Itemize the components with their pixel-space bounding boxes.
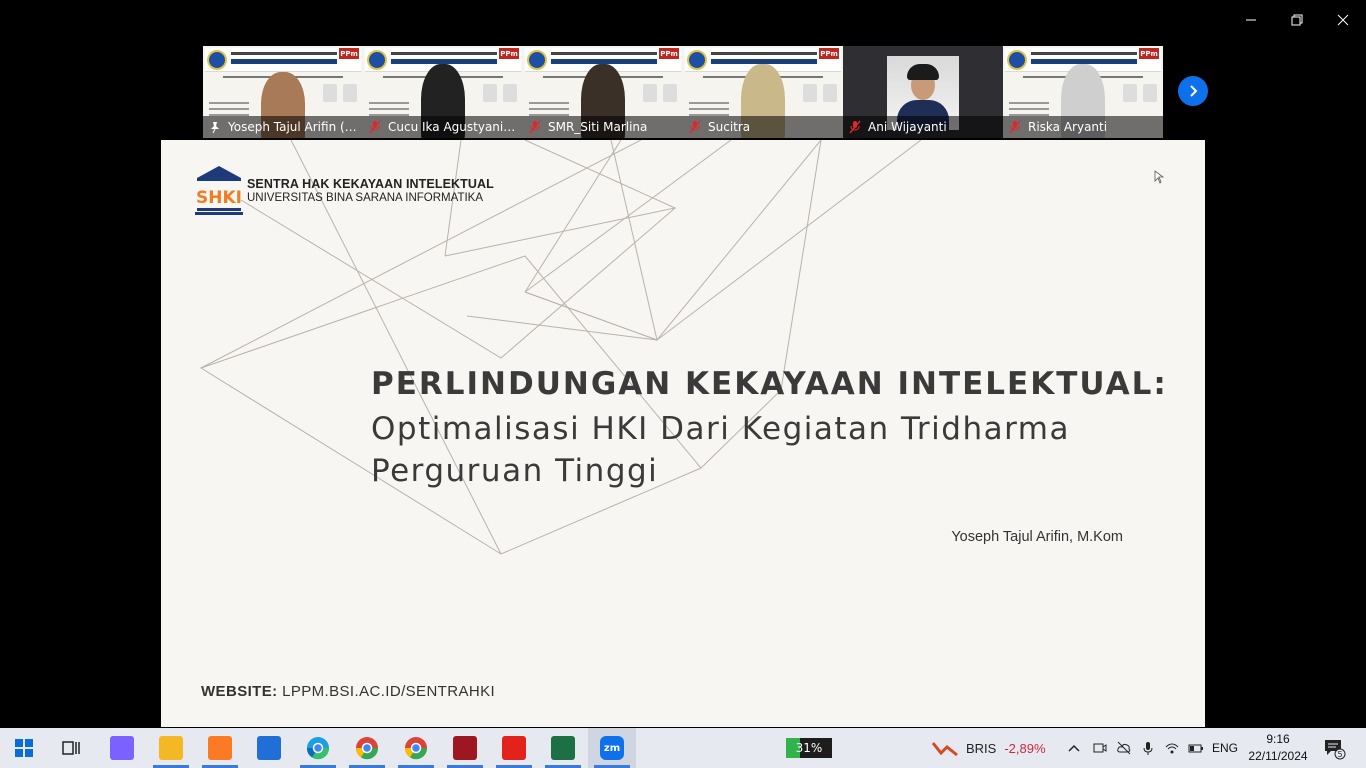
window-controls xyxy=(1228,0,1366,40)
slide-author: Yoseph Tajul Arifin, M.Kom xyxy=(951,529,1123,545)
minimize-icon xyxy=(1246,19,1256,21)
battery-widget[interactable]: 31% xyxy=(786,738,832,758)
zoom-icon: zm xyxy=(600,736,624,760)
mic-muted-icon xyxy=(529,120,541,134)
participant-tile[interactable]: PPm Yoseph Tajul Arifin (U... xyxy=(203,46,363,138)
onedrive-tray-icon[interactable] xyxy=(1114,728,1134,768)
camera-tray-icon[interactable] xyxy=(1090,728,1110,768)
taskbar-mendeley-button[interactable] xyxy=(441,728,489,768)
mouse-cursor-icon xyxy=(1154,170,1164,184)
taskbar-mail-button[interactable] xyxy=(245,728,293,768)
participant-name: Riska Aryanti xyxy=(1028,120,1108,134)
battery-icon xyxy=(1188,744,1203,753)
participant-name: Yoseph Tajul Arifin (U... xyxy=(228,120,358,134)
microphone-icon xyxy=(1143,742,1153,755)
language-indicator[interactable]: ENG xyxy=(1212,728,1238,768)
file-explorer-icon xyxy=(159,736,183,760)
participant-strip: PPm Yoseph Tajul Arifin (U... PPm Cucu Ika … xyxy=(203,46,1163,138)
stock-widget[interactable]: BRIS -2,89% xyxy=(932,728,1046,768)
participant-tile[interactable]: PPm Cucu Ika Agustyaning... xyxy=(363,46,523,138)
network-tray-icon[interactable] xyxy=(1162,728,1182,768)
participant-tile[interactable]: Ani Wijayanti xyxy=(843,46,1003,138)
taskbar-excel-button[interactable] xyxy=(539,728,587,768)
shki-logo: SHKI xyxy=(195,166,243,215)
taskbar-chrome-button[interactable] xyxy=(392,728,440,768)
notification-center-icon[interactable]: 5 xyxy=(1322,736,1346,760)
slide-subtitle: Optimalisasi HKI Dari Kegiatan Tridharma… xyxy=(371,411,1070,489)
participant-label: Cucu Ika Agustyaning... xyxy=(363,116,523,138)
taskbar-edge-button[interactable] xyxy=(294,728,342,768)
participant-name: Sucitra xyxy=(708,120,751,134)
xampp-icon xyxy=(208,736,232,760)
shared-screen-slide: SHKI SENTRA HAK KEKAYAAN INTELEKTUAL UNI… xyxy=(161,140,1205,727)
shki-brand: SHKI SENTRA HAK KEKAYAAN INTELEKTUAL UNI… xyxy=(193,164,494,216)
chrome-icon xyxy=(404,737,428,760)
mendeley-icon xyxy=(453,736,477,760)
copilot-icon xyxy=(110,736,134,760)
slide-website: WEBSITE: LPPM.BSI.AC.ID/SENTRAHKI xyxy=(201,683,495,700)
microphone-tray-icon[interactable] xyxy=(1138,728,1158,768)
excel-icon xyxy=(551,736,575,760)
notification-count: 5 xyxy=(1337,750,1342,759)
participant-label: Riska Aryanti xyxy=(1003,116,1163,138)
taskbar-chrome-profile-button[interactable] xyxy=(343,728,391,768)
taskbar-xampp-button[interactable] xyxy=(196,728,244,768)
close-icon xyxy=(1337,14,1349,26)
stock-symbol: BRIS xyxy=(966,740,997,756)
pin-icon xyxy=(211,122,219,134)
restore-button[interactable] xyxy=(1274,0,1320,40)
taskbar-copilot-button[interactable] xyxy=(98,728,146,768)
cloud-off-icon xyxy=(1117,741,1131,755)
restore-icon xyxy=(1291,14,1303,26)
minimize-button[interactable] xyxy=(1228,0,1274,40)
chrome-profile-icon xyxy=(355,737,379,760)
logo-text: SHKI xyxy=(196,188,242,208)
participant-label: Yoseph Tajul Arifin (U... xyxy=(203,116,363,138)
slide-title: PERLINDUNGAN KEKAYAAN INTELEKTUAL: xyxy=(371,366,1168,402)
taskbar-acrobat-button[interactable] xyxy=(490,728,538,768)
stock-chart-icon xyxy=(932,742,958,757)
brand-subtitle: UNIVERSITAS BINA SARANA INFORMATIKA xyxy=(247,191,484,204)
participant-name: Cucu Ika Agustyaning... xyxy=(388,120,518,134)
participant-label: Ani Wijayanti xyxy=(843,116,1003,138)
clock-date: 22/11/2024 xyxy=(1248,749,1308,763)
participant-name: SMR_Siti Marlina xyxy=(548,120,648,134)
edge-icon xyxy=(306,737,330,760)
show-hidden-icons-button[interactable] xyxy=(1064,728,1084,768)
taskbar-file-explorer-button[interactable] xyxy=(147,728,195,768)
clock-time: 9:16 xyxy=(1266,732,1290,746)
participant-tile[interactable]: PPm SMR_Siti Marlina xyxy=(523,46,683,138)
participant-name: Ani Wijayanti xyxy=(868,120,947,134)
brand-title: SENTRA HAK KEKAYAAN INTELEKTUAL xyxy=(247,176,494,191)
close-button[interactable] xyxy=(1320,0,1366,40)
windows-logo-icon xyxy=(15,739,33,757)
participant-tile[interactable]: PPm Riska Aryanti xyxy=(1003,46,1163,138)
participant-label: SMR_Siti Marlina xyxy=(523,116,683,138)
participant-tile[interactable]: PPm Sucitra xyxy=(683,46,843,138)
battery-widget-value: 31% xyxy=(795,741,823,755)
participant-label: Sucitra xyxy=(683,116,843,138)
chevron-up-icon xyxy=(1068,744,1080,752)
chevron-right-icon xyxy=(1190,85,1198,97)
wifi-icon xyxy=(1165,743,1179,754)
mic-muted-icon xyxy=(1009,120,1021,134)
mic-muted-icon xyxy=(849,120,861,134)
system-clock[interactable]: 9:16 22/11/2024 xyxy=(1244,731,1312,765)
website-label: WEBSITE: xyxy=(201,683,278,700)
taskbar-task-view-button[interactable] xyxy=(47,728,95,768)
windows-taskbar: zm 31% BRIS -2,89% ENG 9:16 22/11/2024 5 xyxy=(0,728,1366,768)
website-url: LPPM.BSI.AC.ID/SENTRAHKI xyxy=(282,683,496,700)
camera-icon xyxy=(1093,743,1107,753)
mic-muted-icon xyxy=(689,120,701,134)
stock-change: -2,89% xyxy=(1004,740,1046,756)
acrobat-icon xyxy=(502,736,526,760)
mail-icon xyxy=(257,736,281,760)
taskbar-zoom-button[interactable]: zm xyxy=(588,728,636,768)
battery-tray-icon[interactable] xyxy=(1186,728,1206,768)
taskbar-start-button[interactable] xyxy=(0,728,48,768)
mic-muted-icon xyxy=(369,120,381,134)
next-page-button[interactable] xyxy=(1178,76,1208,106)
task-view-icon xyxy=(62,741,80,755)
